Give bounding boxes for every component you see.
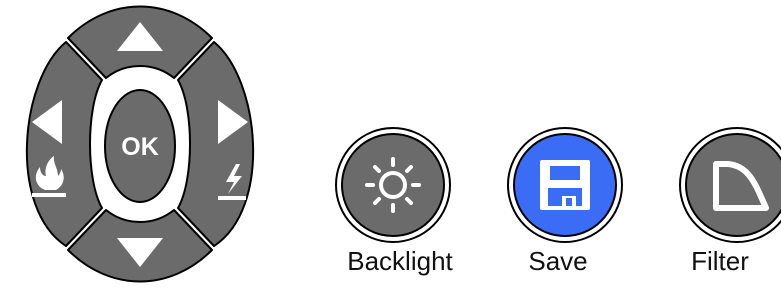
save-button[interactable] — [507, 127, 623, 243]
save-label: Save — [528, 246, 587, 276]
filter-button[interactable] — [679, 127, 781, 243]
floppy-disk-icon — [540, 160, 590, 210]
dpad-left-button[interactable] — [25, 41, 103, 247]
filter-label: Filter — [691, 246, 749, 276]
backlight-button[interactable] — [335, 127, 451, 243]
control-panel: OK Backlight Save Filter — [25, 5, 781, 283]
dpad-right-button[interactable] — [177, 41, 255, 247]
dpad: OK — [25, 5, 255, 283]
ok-button[interactable]: OK — [104, 89, 176, 203]
backlight-label: Backlight — [347, 246, 453, 276]
ok-label: OK — [121, 133, 159, 161]
